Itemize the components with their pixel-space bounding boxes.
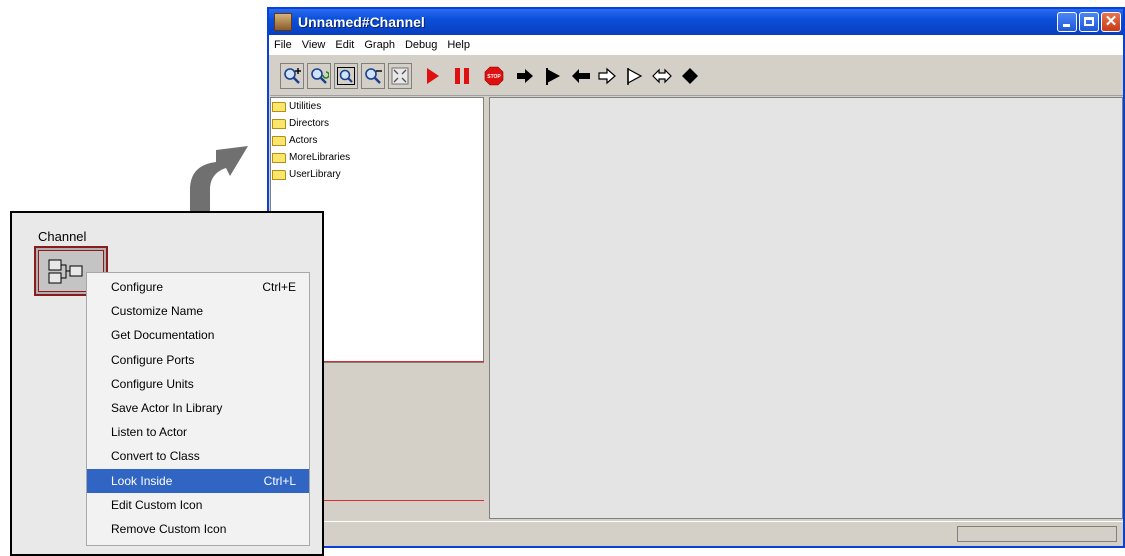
tree-item-label: Actors <box>289 135 318 146</box>
step-button[interactable] <box>513 63 537 89</box>
zoom-out-button[interactable] <box>361 63 385 89</box>
pause-icon <box>455 68 469 84</box>
run-button[interactable] <box>420 63 444 89</box>
context-menu: Configure Ctrl+E Customize Name Get Docum… <box>86 272 310 546</box>
menu-debug[interactable]: Debug <box>400 39 442 51</box>
step-icon <box>517 69 533 83</box>
close-icon: ✕ <box>1104 13 1118 30</box>
diamond-button[interactable] <box>678 63 702 89</box>
toolbar: STOP <box>270 57 1123 96</box>
zoom-fit-button[interactable] <box>334 63 358 89</box>
status-progress <box>957 526 1117 542</box>
double-arrow-outline-icon <box>652 68 672 84</box>
tree-item-actors[interactable]: Actors <box>271 132 483 149</box>
tree-item-label: MoreLibraries <box>289 152 351 163</box>
flag-outline-icon <box>627 67 643 85</box>
maximize-button[interactable] <box>1079 12 1099 32</box>
menu-item-configure[interactable]: Configure Ctrl+E <box>87 275 309 299</box>
folder-icon <box>272 101 286 112</box>
pause-button[interactable] <box>450 63 474 89</box>
app-window: Unnamed#Channel ✕ File View Edit Graph D… <box>267 7 1125 548</box>
menu-item-configure-ports[interactable]: Configure Ports <box>87 348 309 372</box>
zoom-in-icon <box>284 68 301 84</box>
menu-item-configure-units[interactable]: Configure Units <box>87 372 309 396</box>
flag-outline-button[interactable] <box>622 63 646 89</box>
diamond-icon <box>682 68 698 84</box>
fullscreen-icon <box>391 67 409 85</box>
title-bar[interactable]: Unnamed#Channel ✕ <box>269 9 1123 35</box>
minimize-button[interactable] <box>1057 12 1077 32</box>
menu-edit[interactable]: Edit <box>330 39 359 51</box>
menu-item-look-inside[interactable]: Look Inside Ctrl+L <box>87 468 309 493</box>
menu-item-listen-to-actor[interactable]: Listen to Actor <box>87 420 309 444</box>
flag-button[interactable] <box>541 63 565 89</box>
step-back-button[interactable] <box>569 63 593 89</box>
tree-item-utilities[interactable]: Utilities <box>271 98 483 115</box>
shortcut: Ctrl+E <box>262 280 296 295</box>
menu-bar: File View Edit Graph Debug Help <box>269 35 1123 55</box>
menu-item-save-actor-in-library[interactable]: Save Actor In Library <box>87 396 309 420</box>
run-icon <box>427 68 439 84</box>
composite-actor-icon <box>48 259 83 284</box>
zoom-reset-button[interactable] <box>307 63 331 89</box>
curved-arrow-icon <box>190 146 248 212</box>
tree-item-label: Directors <box>289 118 330 129</box>
tree-item-userlibrary[interactable]: UserLibrary <box>271 166 483 183</box>
status-bar <box>269 521 1123 546</box>
menu-item-convert-to-class[interactable]: Convert to Class <box>87 444 309 468</box>
folder-icon <box>272 152 286 163</box>
zoom-fit-icon <box>337 67 355 85</box>
shortcut: Ctrl+L <box>263 473 296 488</box>
stop-button[interactable]: STOP <box>482 63 506 89</box>
menu-view[interactable]: View <box>297 39 331 51</box>
menu-item-get-documentation[interactable]: Get Documentation <box>87 323 309 347</box>
zoom-reset-icon <box>311 68 329 84</box>
app-icon <box>274 13 292 31</box>
tree-item-label: UserLibrary <box>289 169 341 180</box>
context-menu-inset: Channel Configure Ctrl+E Customize Name G… <box>10 211 324 556</box>
double-arrow-outline-button[interactable] <box>650 63 674 89</box>
graph-canvas[interactable] <box>489 97 1123 519</box>
zoom-out-icon <box>365 68 382 84</box>
tree-item-directors[interactable]: Directors <box>271 115 483 132</box>
close-button[interactable]: ✕ <box>1101 12 1121 32</box>
menu-item-remove-custom-icon[interactable]: Remove Custom Icon <box>87 517 309 541</box>
fullscreen-button[interactable] <box>388 63 412 89</box>
menu-item-customize-name[interactable]: Customize Name <box>87 299 309 323</box>
zoom-in-button[interactable] <box>280 63 304 89</box>
arrow-outline-icon <box>598 67 616 85</box>
actor-label: Channel <box>38 229 87 244</box>
menu-file[interactable]: File <box>269 39 297 51</box>
menu-help[interactable]: Help <box>442 39 475 51</box>
minimize-icon <box>1063 24 1070 27</box>
folder-icon <box>272 169 286 180</box>
flag-icon <box>546 68 560 85</box>
stop-icon: STOP <box>484 66 504 86</box>
maximize-icon <box>1084 17 1094 26</box>
folder-icon <box>272 118 286 129</box>
svg-text:STOP: STOP <box>487 74 501 80</box>
tree-item-label: Utilities <box>289 101 322 112</box>
arrow-outline-button[interactable] <box>595 63 619 89</box>
menu-item-edit-custom-icon[interactable]: Edit Custom Icon <box>87 493 309 517</box>
tree-item-morelibraries[interactable]: MoreLibraries <box>271 149 483 166</box>
folder-icon <box>272 135 286 146</box>
step-back-icon <box>572 69 590 83</box>
menu-graph[interactable]: Graph <box>359 39 400 51</box>
window-title: Unnamed#Channel <box>298 14 425 30</box>
